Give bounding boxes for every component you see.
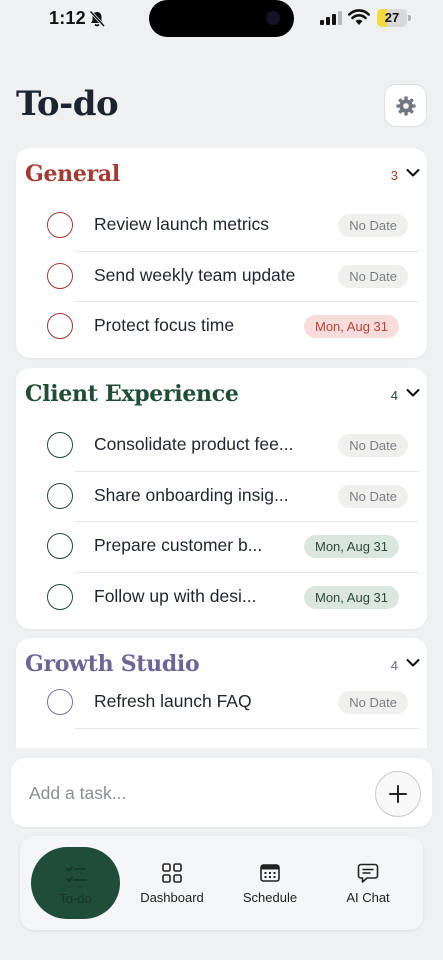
task-row[interactable]: Review launch metrics No Date bbox=[16, 200, 427, 251]
task-checkbox[interactable] bbox=[47, 533, 73, 559]
list-header[interactable]: General 3 bbox=[16, 148, 427, 200]
list-card-general: General 3 Review launch metrics No Date … bbox=[16, 148, 427, 358]
list-count: 3 bbox=[390, 168, 398, 183]
list-card-growth-studio: Growth Studio 4 Refresh launch FAQ No Da… bbox=[16, 638, 427, 748]
task-row[interactable]: Refresh launch FAQ No Date bbox=[16, 677, 427, 728]
list-count: 4 bbox=[390, 388, 398, 403]
add-task-input[interactable] bbox=[29, 780, 359, 806]
task-row[interactable]: Send weekly team update No Date bbox=[16, 250, 427, 302]
chevron-down-icon[interactable] bbox=[406, 658, 420, 668]
task-title: Prepare customer b... bbox=[94, 535, 263, 555]
task-title: Send weekly team update bbox=[94, 264, 296, 285]
task-row[interactable]: Consolidate product fee... No Date bbox=[16, 420, 427, 471]
task-row[interactable]: Prepare customer b... Mon, Aug 31 bbox=[16, 521, 427, 572]
wifi-icon bbox=[348, 9, 370, 25]
due-date-chip[interactable]: No Date bbox=[338, 264, 408, 288]
list-header[interactable]: Client Experience 4 bbox=[16, 368, 427, 420]
plus-icon bbox=[389, 785, 407, 803]
add-task-bar bbox=[11, 758, 432, 827]
due-date-chip[interactable]: Mon, Aug 31 bbox=[304, 315, 399, 338]
nav-item-dashboard[interactable]: Dashboard bbox=[124, 836, 220, 930]
nav-label: Dashboard bbox=[140, 890, 204, 905]
task-title: Review launch metrics bbox=[94, 214, 270, 234]
task-row[interactable]: Follow up with desi... Mon, Aug 31 bbox=[16, 571, 427, 623]
battery-indicator: 27 bbox=[377, 9, 411, 27]
cellular-signal-icon bbox=[320, 11, 342, 25]
list-count: 4 bbox=[390, 658, 398, 673]
task-row[interactable]: Protect focus time Mon, Aug 31 bbox=[16, 301, 427, 352]
due-date-chip[interactable]: No Date bbox=[338, 214, 408, 237]
nav-item-ai-chat[interactable]: AI Chat bbox=[320, 836, 416, 930]
task-checkbox[interactable] bbox=[47, 432, 73, 458]
task-row[interactable]: Share onboarding insig... No Date bbox=[16, 470, 427, 522]
bell-off-icon bbox=[89, 10, 106, 28]
due-date-chip[interactable]: Mon, Aug 31 bbox=[304, 535, 399, 558]
task-checkbox[interactable] bbox=[47, 212, 73, 238]
nav-item-todo[interactable]: To-do bbox=[20, 836, 131, 930]
task-checkbox[interactable] bbox=[47, 262, 73, 289]
gear-icon bbox=[395, 95, 416, 116]
list-title: Growth Studio bbox=[25, 651, 200, 677]
due-date-chip[interactable]: No Date bbox=[338, 691, 408, 714]
status-time: 1:12 bbox=[49, 8, 86, 28]
due-date-chip[interactable]: Mon, Aug 31 bbox=[304, 585, 399, 609]
nav-item-schedule[interactable]: Schedule bbox=[222, 836, 318, 930]
due-date-chip[interactable]: No Date bbox=[338, 484, 408, 508]
settings-button[interactable] bbox=[384, 84, 427, 127]
task-checkbox[interactable] bbox=[47, 482, 73, 509]
chat-bubble-icon bbox=[357, 863, 379, 883]
nav-label: AI Chat bbox=[346, 890, 390, 905]
due-date-chip[interactable]: No Date bbox=[338, 434, 408, 457]
task-title: Refresh launch FAQ bbox=[94, 691, 252, 711]
task-row-partial bbox=[16, 727, 427, 749]
camera-dot bbox=[266, 11, 280, 25]
status-bar: 1:12 27 bbox=[0, 0, 443, 40]
task-title: Protect focus time bbox=[94, 315, 235, 335]
task-title: Follow up with desi... bbox=[94, 585, 257, 606]
task-title: Share onboarding insig... bbox=[94, 484, 289, 505]
bottom-nav: To-do Dashboard Schedule AI Chat bbox=[20, 836, 423, 930]
task-checkbox[interactable] bbox=[47, 583, 73, 610]
list-title: Client Experience bbox=[25, 381, 239, 407]
task-title: Consolidate product fee... bbox=[94, 434, 294, 454]
grid-icon bbox=[162, 863, 182, 883]
chevron-down-icon[interactable] bbox=[406, 168, 420, 178]
chevron-down-icon[interactable] bbox=[406, 388, 420, 398]
task-checkbox[interactable] bbox=[47, 689, 73, 715]
checklist-icon bbox=[65, 866, 86, 882]
page-title: To-do bbox=[16, 84, 119, 124]
add-task-button[interactable] bbox=[375, 771, 421, 817]
nav-label: Schedule bbox=[242, 890, 298, 905]
battery-level: 27 bbox=[384, 10, 400, 25]
task-lists-scroll[interactable]: General 3 Review launch metrics No Date … bbox=[0, 148, 443, 748]
task-checkbox[interactable] bbox=[47, 313, 73, 339]
list-title: General bbox=[25, 161, 120, 187]
calendar-icon bbox=[260, 864, 280, 882]
nav-label: To-do bbox=[59, 891, 92, 906]
list-card-client-experience: Client Experience 4 Consolidate product … bbox=[16, 368, 427, 629]
